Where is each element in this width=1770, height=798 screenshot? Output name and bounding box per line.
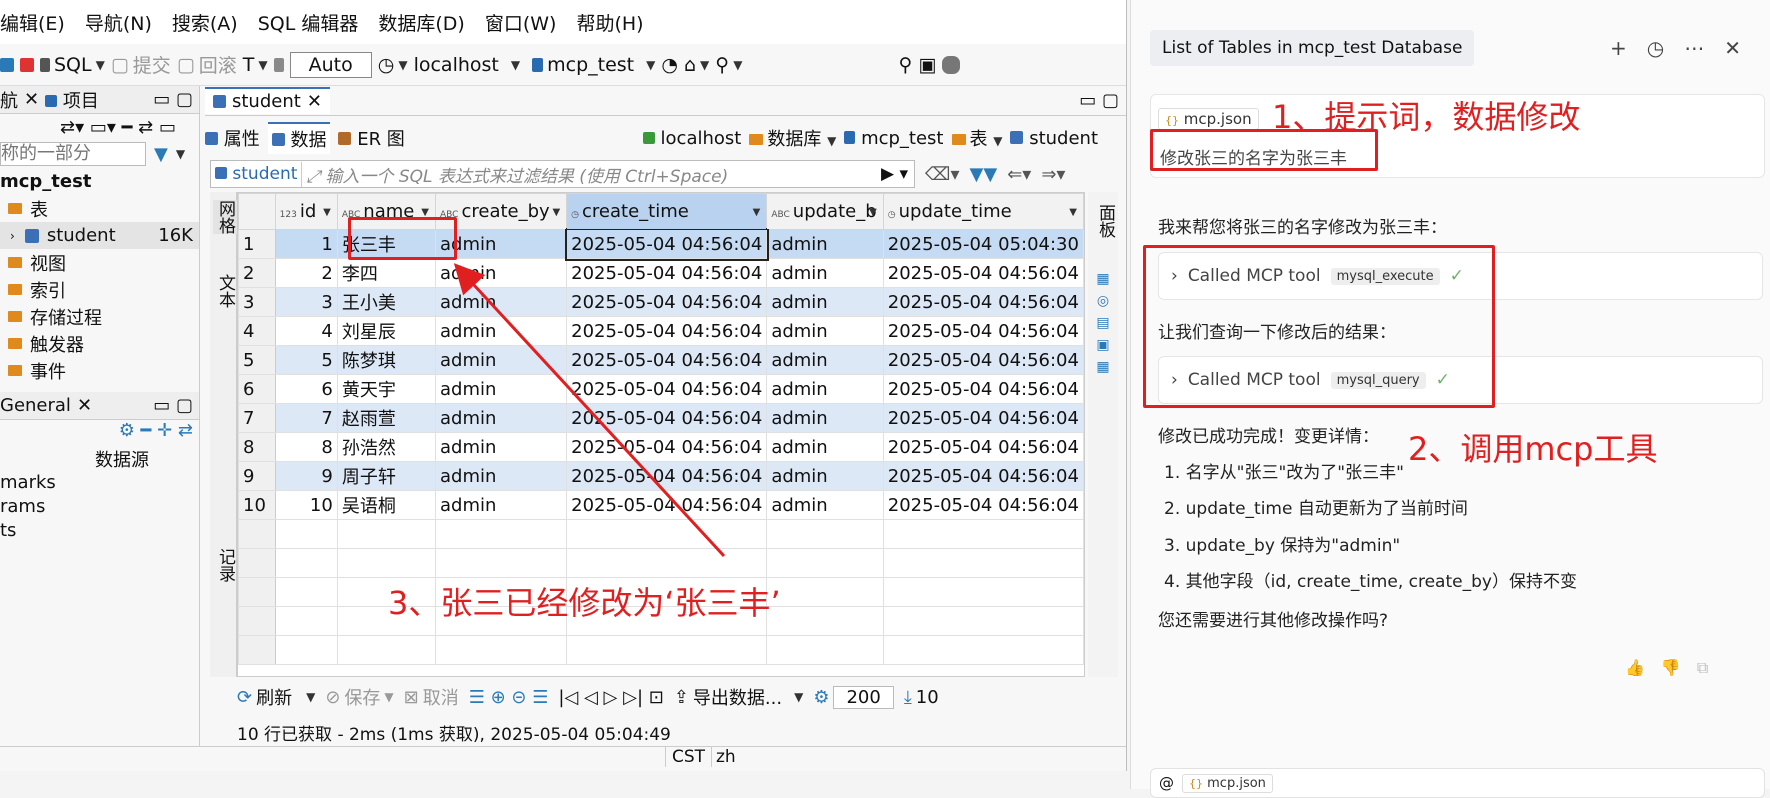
annotation-arrow — [453, 263, 726, 558]
